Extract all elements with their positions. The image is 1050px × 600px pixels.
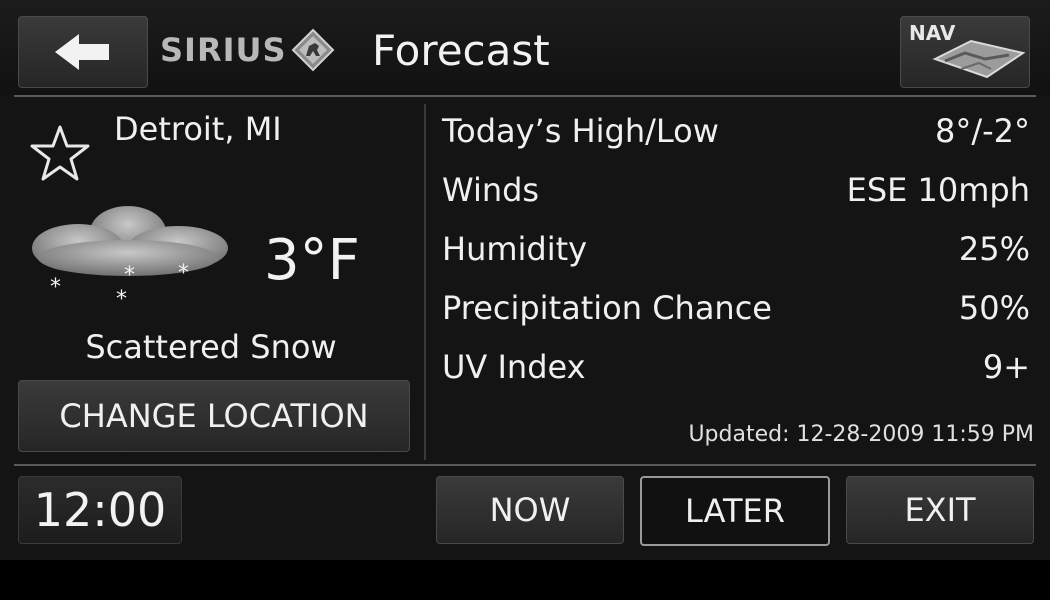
- brand-text: SIRIUS: [160, 31, 287, 69]
- footer-divider: [14, 464, 1036, 466]
- back-button[interactable]: [18, 16, 148, 88]
- page-title: Forecast: [372, 26, 550, 75]
- forecast-details-panel: Today’s High/Low 8°/-2° Winds ESE 10mph …: [442, 104, 1034, 460]
- sirius-brand: SIRIUS: [160, 28, 335, 72]
- panel-divider: [424, 104, 426, 460]
- header-divider: [14, 95, 1036, 97]
- updated-timestamp: Updated: 12-28-2009 11:59 PM: [688, 422, 1034, 447]
- current-conditions-panel: Detroit, MI * * * * 3°F Scattered Snow C…: [14, 104, 422, 460]
- map-icon: [932, 39, 1026, 79]
- location-name: Detroit, MI: [114, 110, 282, 148]
- exit-button[interactable]: EXIT: [846, 476, 1034, 544]
- detail-value: 9+: [982, 348, 1030, 386]
- nav-button[interactable]: NAV: [900, 16, 1030, 88]
- tab-later[interactable]: LATER: [640, 476, 830, 546]
- detail-label: Winds: [442, 171, 540, 209]
- detail-value: 50%: [958, 289, 1030, 327]
- detail-value: 25%: [958, 230, 1030, 268]
- detail-value: ESE 10mph: [846, 171, 1030, 209]
- detail-row-winds: Winds ESE 10mph: [442, 165, 1030, 215]
- left-arrow-icon: [55, 34, 109, 70]
- sirius-dog-logo-icon: [291, 28, 334, 72]
- detail-label: UV Index: [442, 348, 586, 386]
- forecast-screen: SIRIUS Forecast NAV Detroit, MI * * * * …: [0, 0, 1050, 560]
- change-location-button[interactable]: CHANGE LOCATION: [18, 380, 410, 452]
- detail-label: Today’s High/Low: [442, 112, 719, 150]
- detail-value: 8°/-2°: [934, 112, 1030, 150]
- weather-condition: Scattered Snow: [85, 328, 337, 366]
- star-outline-icon[interactable]: [28, 124, 92, 182]
- svg-text:*: *: [50, 275, 61, 300]
- header-bar: SIRIUS Forecast NAV: [0, 0, 1050, 95]
- detail-row-humidity: Humidity 25%: [442, 224, 1030, 274]
- detail-label: Precipitation Chance: [442, 289, 772, 327]
- clock-display[interactable]: 12:00: [18, 476, 182, 544]
- detail-label: Humidity: [442, 230, 588, 268]
- detail-row-uv-index: UV Index 9+: [442, 342, 1030, 392]
- svg-text:*: *: [124, 263, 135, 288]
- detail-row-precipitation: Precipitation Chance 50%: [442, 283, 1030, 333]
- scattered-snow-icon: * * * *: [32, 206, 228, 312]
- detail-row-high-low: Today’s High/Low 8°/-2°: [442, 106, 1030, 156]
- svg-text:*: *: [116, 287, 127, 312]
- tab-now[interactable]: NOW: [436, 476, 624, 544]
- svg-text:*: *: [178, 261, 189, 286]
- current-temperature: 3°F: [264, 228, 360, 293]
